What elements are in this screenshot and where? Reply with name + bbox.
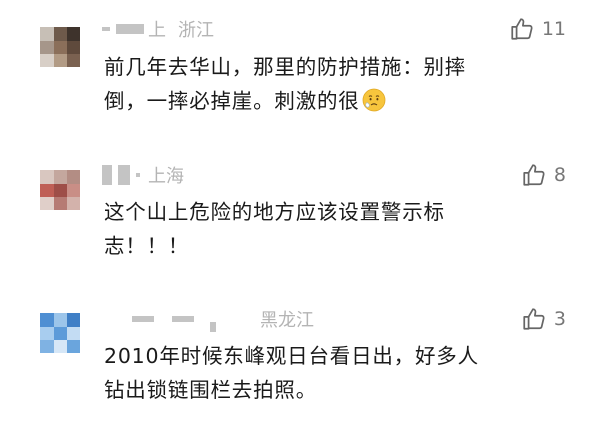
comment-meta: 上海 [102, 160, 184, 190]
username-redacted [102, 27, 110, 31]
username-redacted [210, 322, 216, 332]
username-redacted [136, 173, 140, 177]
like-button[interactable]: 8 [521, 160, 566, 190]
comment-text-line: 倒，一摔必掉崖。刺激的很 [104, 84, 554, 118]
like-count: 8 [553, 164, 566, 186]
like-count: 11 [541, 18, 566, 40]
thumbs-up-icon [523, 164, 545, 186]
location-label: 浙江 [178, 20, 214, 41]
avatar[interactable] [40, 170, 80, 210]
like-button[interactable]: 11 [509, 14, 566, 44]
comment-text-line: 这个山上危险的地方应该设置警示标 [104, 200, 445, 224]
comment-text: 这个山上危险的地方应该设置警示标 志！！！ [104, 195, 554, 263]
location-label: 黑龙江 [260, 310, 314, 331]
comment-text-line: 志！！！ [104, 234, 190, 258]
comment-meta: 黑龙江 [102, 304, 314, 334]
username-redacted [102, 165, 112, 185]
like-count: 3 [553, 308, 566, 330]
avatar[interactable] [40, 27, 80, 67]
comment-text-segment: 倒，一摔必掉崖。刺激的很 [104, 89, 360, 113]
username-redacted [132, 316, 154, 322]
location-label: 上海 [148, 166, 184, 187]
comment-text-line: 前几年去华山，那里的防护措施：别摔 [104, 55, 467, 79]
like-button[interactable]: 3 [521, 304, 566, 334]
username-partial: 上 [148, 20, 166, 41]
username-redacted [116, 24, 144, 34]
thumbs-up-icon [523, 308, 545, 330]
avatar[interactable] [40, 313, 80, 353]
thumbs-up-icon [511, 18, 533, 40]
worried-face-icon [362, 88, 386, 112]
comment-text-line: 钻出锁链围栏去拍照。 [104, 378, 317, 402]
comment-meta: 上 浙江 [102, 14, 214, 44]
comment-text-line: 2010年时候东峰观日台看日出，好多人 [104, 344, 479, 368]
comment-text: 2010年时候东峰观日台看日出，好多人 钻出锁链围栏去拍照。 [104, 339, 554, 407]
comment-text: 前几年去华山，那里的防护措施：别摔 倒，一摔必掉崖。刺激的很 [104, 50, 554, 118]
username-redacted [118, 165, 130, 185]
username-redacted [172, 316, 194, 322]
